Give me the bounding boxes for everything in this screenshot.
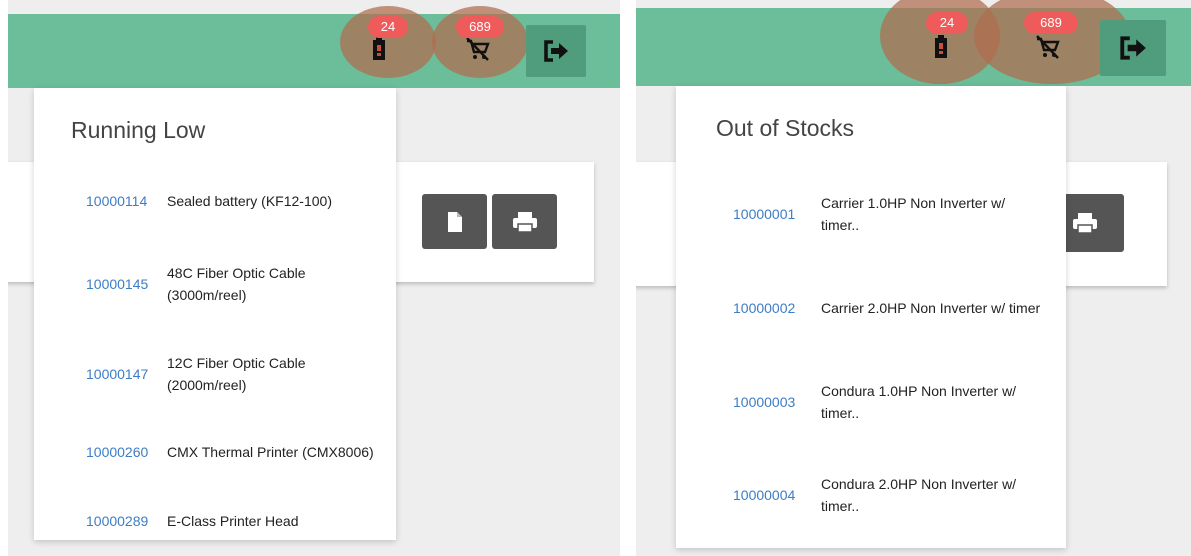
list-item[interactable]: 10000114 Sealed battery (KF12-100)	[86, 189, 386, 213]
logout-button[interactable]	[526, 25, 586, 77]
item-name: 12C Fiber Optic Cable (2000m/reel)	[167, 355, 306, 393]
left-screenshot-panel: 24 689 Running Low 10000114 Sealed batte…	[8, 0, 620, 556]
item-code-link[interactable]: 10000002	[733, 300, 821, 316]
list-item[interactable]: 10000001 Carrier 1.0HP Non Inverter w/ t…	[733, 190, 1053, 238]
top-navbar: 24 689	[8, 6, 620, 88]
export-button[interactable]	[422, 194, 487, 249]
low-stock-badge: 24	[926, 12, 968, 34]
item-code-link[interactable]: 10000114	[86, 193, 167, 209]
list-item[interactable]: 10000003 Condura 1.0HP Non Inverter w/ t…	[733, 378, 1053, 426]
right-screenshot-panel: 24 689 Out of Stocks 10000001 Carrier 1.…	[636, 0, 1191, 556]
item-name: Carrier 2.0HP Non Inverter w/ timer	[821, 300, 1041, 316]
item-code-link[interactable]: 10000260	[86, 444, 167, 460]
logout-icon	[1120, 36, 1146, 60]
low-stock-badge: 24	[368, 16, 408, 38]
list-item[interactable]: 10000004 Condura 2.0HP Non Inverter w/ t…	[733, 471, 1053, 519]
print-button[interactable]	[492, 194, 557, 249]
item-code-link[interactable]: 10000004	[733, 487, 821, 503]
top-navbar: 24 689	[636, 0, 1191, 86]
item-name: E-Class Printer Head	[167, 513, 299, 529]
item-code-link[interactable]: 10000147	[86, 366, 167, 382]
battery-low-icon[interactable]	[928, 34, 954, 60]
list-item[interactable]: 10000147 12C Fiber Optic Cable (2000m/re…	[86, 350, 346, 398]
list-item[interactable]: 10000289 E-Class Printer Head	[86, 509, 386, 533]
out-of-stocks-dropdown: Out of Stocks 10000001 Carrier 1.0HP Non…	[676, 86, 1066, 548]
list-item[interactable]: 10000260 CMX Thermal Printer (CMX8006)	[86, 440, 392, 464]
dropdown-title: Out of Stocks	[716, 115, 855, 141]
out-of-stock-badge: 689	[1024, 12, 1078, 34]
item-code-link[interactable]: 10000001	[733, 206, 821, 222]
cart-off-icon[interactable]	[464, 36, 490, 62]
printer-icon	[512, 211, 537, 233]
list-item[interactable]: 10000145 48C Fiber Optic Cable (3000m/re…	[86, 260, 346, 308]
cart-off-icon[interactable]	[1034, 34, 1060, 60]
document-icon	[447, 211, 462, 232]
out-of-stock-badge: 689	[456, 16, 504, 38]
item-name: 48C Fiber Optic Cable (3000m/reel)	[167, 265, 306, 303]
battery-low-icon[interactable]	[366, 36, 392, 62]
item-name: CMX Thermal Printer (CMX8006)	[167, 444, 374, 460]
dropdown-title: Running Low	[71, 117, 206, 143]
item-name: Carrier 1.0HP Non Inverter w/ timer..	[821, 195, 1006, 233]
item-name: Condura 1.0HP Non Inverter w/ timer..	[821, 383, 1017, 421]
list-item[interactable]: 10000002 Carrier 2.0HP Non Inverter w/ t…	[733, 284, 1053, 332]
item-code-link[interactable]: 10000145	[86, 276, 167, 292]
logout-button[interactable]	[1100, 20, 1166, 76]
item-code-link[interactable]: 10000003	[733, 394, 821, 410]
running-low-dropdown: Running Low 10000114 Sealed battery (KF1…	[34, 88, 396, 540]
item-code-link[interactable]: 10000289	[86, 513, 167, 529]
item-name: Sealed battery (KF12-100)	[167, 193, 332, 209]
item-name: Condura 2.0HP Non Inverter w/ timer..	[821, 476, 1017, 514]
printer-icon	[1073, 213, 1097, 234]
logout-icon	[544, 40, 568, 62]
